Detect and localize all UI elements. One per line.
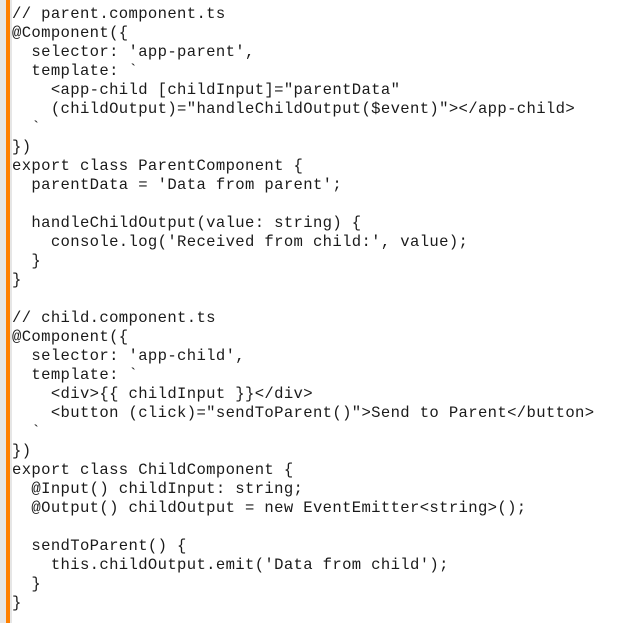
code-line-20: template: ` (12, 366, 139, 384)
code-line-2: @Component({ (12, 24, 129, 42)
code-line-30: this.childOutput.emit('Data from child')… (12, 556, 449, 574)
code-line-13: console.log('Received from child:', valu… (12, 233, 469, 251)
code-line-9: export class ParentComponent { (12, 157, 304, 175)
code-line-25: export class ChildComponent { (12, 461, 294, 479)
code-line-23: ` (12, 423, 42, 441)
code-line-32: } (12, 594, 22, 612)
code-line-12: handleChildOutput(value: string) { (12, 214, 362, 232)
code-line-27: @Output() childOutput = new EventEmitter… (12, 499, 527, 517)
code-line-15: } (12, 271, 22, 289)
code-line-26: @Input() childInput: string; (12, 480, 304, 498)
code-line-3: selector: 'app-parent', (12, 43, 255, 61)
code-block[interactable]: // parent.component.ts @Component({ selec… (12, 5, 594, 613)
code-line-5: <app-child [childInput]="parentData" (12, 81, 401, 99)
code-line-21: <div>{{ childInput }}</div> (12, 385, 313, 403)
code-line-1: // parent.component.ts (12, 5, 226, 23)
code-line-31: } (12, 575, 42, 593)
code-line-8: }) (12, 138, 32, 156)
code-line-18: @Component({ (12, 328, 129, 346)
code-line-19: selector: 'app-child', (12, 347, 245, 365)
code-line-24: }) (12, 442, 32, 460)
code-line-22: <button (click)="sendToParent()">Send to… (12, 404, 595, 422)
code-line-4: template: ` (12, 62, 139, 80)
code-line-10: parentData = 'Data from parent'; (12, 176, 343, 194)
code-line-14: } (12, 252, 42, 270)
code-line-7: ` (12, 119, 42, 137)
code-line-29: sendToParent() { (12, 537, 187, 555)
code-line-6: (childOutput)="handleChildOutput($event)… (12, 100, 576, 118)
code-line-17: // child.component.ts (12, 309, 216, 327)
